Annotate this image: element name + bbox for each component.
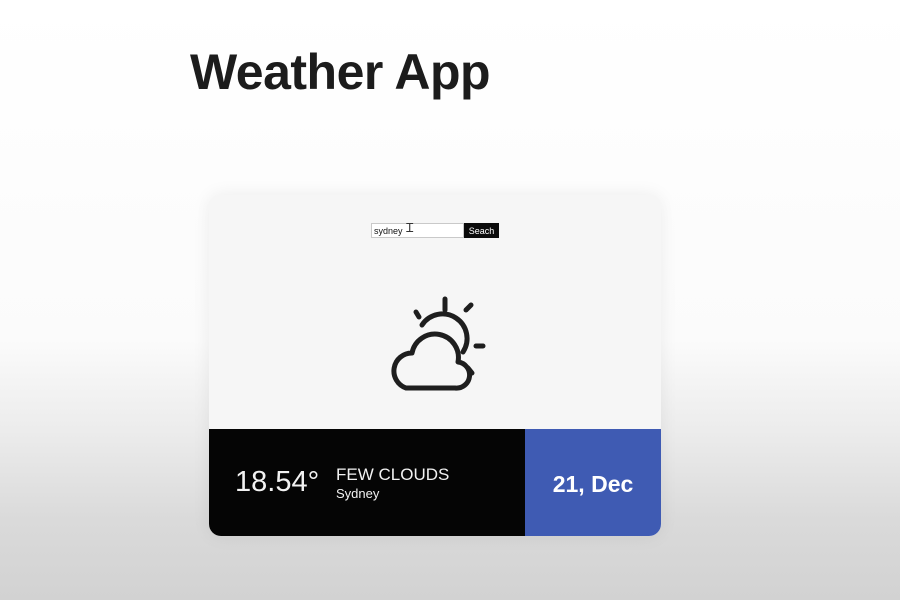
weather-card: Seach Ꮖ 18.54° FEW CLOUDS Sydney 21, Dec [209,195,661,536]
weather-summary-panel: 18.54° FEW CLOUDS Sydney [209,429,525,536]
temperature: 18.54° [235,466,320,498]
page-title: Weather App [190,44,491,100]
weather-condition: FEW CLOUDS [336,465,450,484]
date-panel: 21, Dec [525,429,661,536]
sun-behind-cloud-icon [391,296,486,391]
city-name: Sydney [336,486,380,501]
search-button[interactable]: Seach [464,223,499,238]
search-bar: Seach [371,223,499,238]
text-cursor-icon: Ꮖ [406,221,414,235]
date-label: 21, Dec [552,470,634,497]
city-search-input[interactable] [371,223,464,238]
